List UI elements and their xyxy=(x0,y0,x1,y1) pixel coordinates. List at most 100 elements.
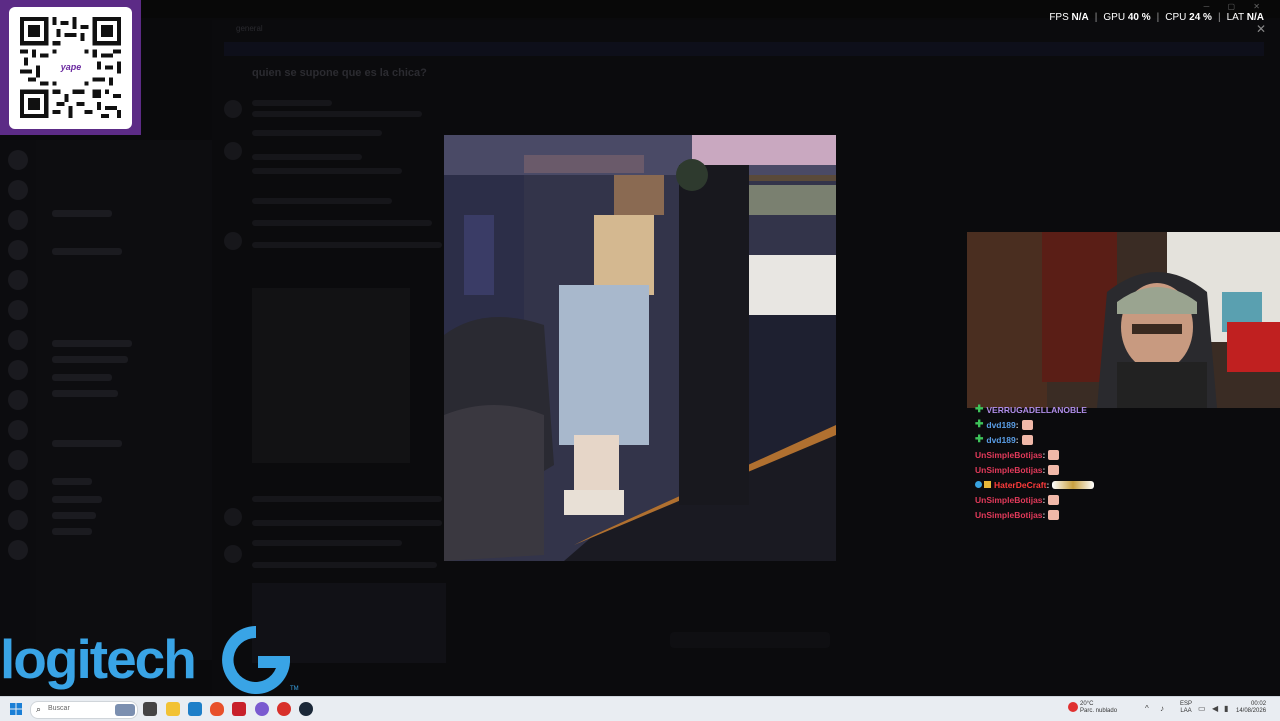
background-text-line xyxy=(252,242,442,248)
server-icon xyxy=(8,300,28,320)
yellow-badge-icon xyxy=(984,481,991,488)
server-icon xyxy=(8,510,28,530)
plus-badge-icon: ✚ xyxy=(975,419,984,430)
channel-item xyxy=(52,356,128,363)
channel-item xyxy=(52,512,96,519)
weather-desc: Parc. nublado xyxy=(1080,708,1118,714)
background-text-line xyxy=(252,496,442,502)
chat-separator: : xyxy=(1042,464,1046,475)
fps-stat: FPS N/A xyxy=(1043,12,1094,23)
face-emote-icon xyxy=(1021,434,1033,445)
language-indicator[interactable]: ESP LAA xyxy=(1180,701,1192,715)
search-placeholder: Buscar xyxy=(48,705,70,712)
server-icon xyxy=(8,180,28,200)
app-icon[interactable] xyxy=(232,702,246,716)
chat-message: UnSimpleBotijas: xyxy=(975,462,1175,477)
microphone-icon[interactable]: ♪ xyxy=(1160,704,1164,713)
chat-message: ✚ dvd189: xyxy=(975,432,1175,447)
face-emote-icon xyxy=(1048,449,1060,460)
server-icon xyxy=(8,270,28,290)
weather-widget[interactable]: 20°C Parc. nublado xyxy=(1080,701,1117,715)
close-icon[interactable]: ✕ xyxy=(1256,22,1266,36)
server-icon xyxy=(8,540,28,560)
clock-date: 14/08/2026 xyxy=(1236,708,1267,714)
video-player[interactable] xyxy=(444,135,836,561)
chat-separator: : xyxy=(1015,419,1019,430)
weather-icon[interactable] xyxy=(1068,702,1078,712)
chat-username: VERRUGADELLANOBLE xyxy=(986,404,1087,415)
channel-item xyxy=(52,390,118,397)
volume-icon[interactable]: ◀ xyxy=(1212,704,1218,713)
server-icon xyxy=(8,450,28,470)
background-text-line xyxy=(252,198,392,204)
chat-message: UnSimpleBotijas: xyxy=(975,507,1175,522)
channel-item xyxy=(52,440,122,447)
server-icon xyxy=(8,480,28,500)
background-image xyxy=(252,288,410,463)
cpu-label: CPU xyxy=(1165,12,1187,23)
face-emote-icon xyxy=(1048,494,1060,505)
chevron-up-icon[interactable]: ^ xyxy=(1145,704,1149,713)
channel-item xyxy=(52,528,92,535)
background-message-input xyxy=(670,632,830,648)
app-icon[interactable] xyxy=(277,702,291,716)
chat-username: HaterDeCraft xyxy=(994,479,1047,490)
server-icon xyxy=(8,150,28,170)
chat-separator: : xyxy=(1046,479,1050,490)
background-message-title: quien se supone que es la chica? xyxy=(252,67,427,79)
background-text-line xyxy=(252,540,402,546)
channel-item xyxy=(52,248,122,255)
background-text-line xyxy=(252,220,432,226)
network-icon[interactable]: ▭ xyxy=(1198,704,1206,713)
background-avatar xyxy=(224,508,242,526)
chat-username: UnSimpleBotijas xyxy=(975,509,1043,520)
qr-donation-panel: yape xyxy=(0,0,141,135)
background-text-line xyxy=(252,154,362,160)
language-code: ESP xyxy=(1180,701,1193,707)
performance-overlay: FPS N/A | GPU 40 % | CPU 24 % | LAT N/A xyxy=(1043,12,1270,23)
chat-message: HaterDeCraft: xyxy=(975,477,1175,492)
server-icon xyxy=(8,390,28,410)
server-icon xyxy=(8,420,28,440)
server-icon xyxy=(8,240,28,260)
file-explorer-icon[interactable] xyxy=(166,702,180,716)
background-text-line xyxy=(252,562,437,568)
chat-username: UnSimpleBotijas xyxy=(975,449,1043,460)
yape-logo: yape xyxy=(57,54,85,82)
chat-separator: : xyxy=(1042,509,1046,520)
yape-logo-text: yape xyxy=(60,62,82,72)
plus-badge-icon: ✚ xyxy=(975,434,984,445)
channel-item xyxy=(52,340,132,347)
background-text-line xyxy=(252,168,402,174)
background-avatar xyxy=(224,142,242,160)
brave-browser-icon[interactable] xyxy=(210,702,224,716)
cpu-stat: CPU 24 % xyxy=(1159,12,1218,23)
logitech-g-logo-icon xyxy=(222,626,290,694)
background-banner xyxy=(224,42,1264,56)
task-view-icon[interactable] xyxy=(143,702,157,716)
face-emote-icon xyxy=(1048,509,1060,520)
window-controls[interactable]: ─ ▢ ✕ xyxy=(1204,2,1268,11)
fps-label: FPS xyxy=(1049,12,1069,23)
background-avatar xyxy=(224,100,242,118)
steam-icon[interactable] xyxy=(299,702,313,716)
gpu-stat: GPU 40 % xyxy=(1097,12,1156,23)
background-avatar xyxy=(224,232,242,250)
background-text-line xyxy=(252,520,442,526)
taskbar-search-box[interactable]: ⌕ Buscar xyxy=(30,701,138,719)
lat-label: LAT xyxy=(1226,12,1244,23)
weather-temp: 20°C xyxy=(1080,701,1094,707)
windows-start-icon[interactable] xyxy=(10,703,22,715)
battery-icon[interactable]: ▮ xyxy=(1224,704,1228,713)
chat-username: UnSimpleBotijas xyxy=(975,464,1043,475)
wide-emote-icon xyxy=(1052,480,1095,489)
background-channel-list xyxy=(36,140,212,660)
clock[interactable]: 00:02 14/08/2026 xyxy=(1236,701,1266,715)
clock-time: 00:02 xyxy=(1251,701,1267,707)
cpu-value: 24 % xyxy=(1189,12,1212,23)
face-emote-icon xyxy=(1021,419,1033,430)
chat-message: UnSimpleBotijas: xyxy=(975,447,1175,462)
discord-icon[interactable] xyxy=(255,702,269,716)
chat-separator: : xyxy=(1042,494,1046,505)
store-icon[interactable] xyxy=(188,702,202,716)
